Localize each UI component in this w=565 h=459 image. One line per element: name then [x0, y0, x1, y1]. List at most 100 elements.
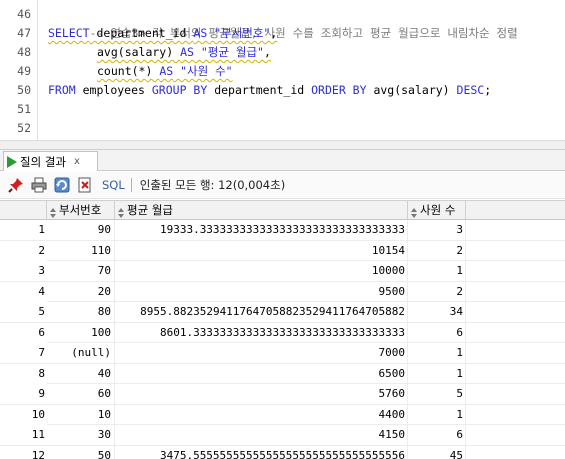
- line-number: 46: [17, 7, 31, 21]
- cell-count[interactable]: 1: [408, 404, 466, 425]
- column-header-dept[interactable]: 부서번호: [47, 201, 115, 220]
- table-row[interactable]: 3 70 10000 1: [0, 261, 565, 282]
- keyword-order-by: ORDER BY: [311, 83, 367, 97]
- cell-dept[interactable]: 20: [47, 281, 115, 302]
- code-area[interactable]: -- 연습3> 각 부서의 평균월급, 사원 수를 조회하고 평균 월급으로 내…: [46, 0, 565, 140]
- cell-avg[interactable]: 9500: [115, 281, 408, 302]
- refresh-icon[interactable]: [54, 177, 70, 193]
- table-row[interactable]: 6 100 8601.3333333333333333333333333333333…: [0, 322, 565, 343]
- cell-count[interactable]: 1: [408, 343, 466, 363]
- table-row[interactable]: 11 30 4150 6: [0, 425, 565, 446]
- keyword-as: AS: [180, 45, 194, 59]
- code-text: count(*): [97, 64, 160, 78]
- cell-dept[interactable]: 90: [47, 220, 115, 240]
- table-row[interactable]: 5 80 8955.88235294117647058823529411764705…: [0, 302, 565, 323]
- string-literal: "평균 월급": [193, 45, 264, 59]
- cell-count[interactable]: 6: [408, 322, 466, 343]
- cell-dept[interactable]: 70: [47, 261, 115, 281]
- code-line-avg: avg(salary) AS "평균 월급",: [97, 43, 271, 62]
- sql-editor[interactable]: 46 47 48 49 50 51 52 -- 연습3> 각 부서의 평균월급,…: [0, 0, 565, 140]
- line-number-gutter: 46 47 48 49 50 51 52: [0, 0, 38, 140]
- column-header-count[interactable]: 사원 수: [408, 201, 466, 220]
- code-line-select: SELECT department_id AS "부서번호",: [48, 24, 277, 43]
- table-row[interactable]: 4 20 9500 2: [0, 281, 565, 302]
- cell-avg[interactable]: 10000: [115, 261, 408, 281]
- row-number: 11: [0, 425, 47, 445]
- line-number: 47: [17, 26, 31, 40]
- cell-count[interactable]: 1: [408, 261, 466, 281]
- sort-icon[interactable]: [411, 205, 417, 218]
- cell-count[interactable]: 2: [408, 240, 466, 261]
- close-icon[interactable]: x: [74, 156, 80, 167]
- code-line-comment: -- 연습3> 각 부서의 평균월급, 사원 수를 조회하고 평균 월급으로 내…: [48, 5, 518, 40]
- cell-avg[interactable]: 19333.3333333333333333333333333333333: [115, 220, 408, 240]
- code-text: ;: [484, 83, 492, 97]
- splitter[interactable]: [0, 140, 565, 150]
- cell-count[interactable]: 45: [408, 445, 466, 459]
- line-number: 50: [17, 83, 31, 97]
- cell-dept[interactable]: 40: [47, 363, 115, 384]
- cell-dept[interactable]: 100: [47, 322, 115, 343]
- cell-avg[interactable]: 8955.88235294117647058823529411764705882: [115, 302, 408, 322]
- cell-avg[interactable]: 6500: [115, 363, 408, 384]
- cell-count[interactable]: 2: [408, 281, 466, 302]
- cell-dept[interactable]: 110: [47, 240, 115, 261]
- line-number: 52: [17, 121, 31, 135]
- row-number: 5: [0, 302, 47, 322]
- cell-avg[interactable]: 3475.55555555555555555555555555555556: [115, 445, 408, 459]
- toolbar-separator: [130, 178, 132, 192]
- row-number: 8: [0, 363, 47, 384]
- row-number: 9: [0, 384, 47, 404]
- cell-count[interactable]: 3: [408, 220, 466, 240]
- table-row[interactable]: 12 50 3475.5555555555555555555555555555555…: [0, 445, 565, 459]
- run-icon: [7, 155, 17, 168]
- cell-dept[interactable]: 80: [47, 302, 115, 322]
- cell-count[interactable]: 34: [408, 302, 466, 322]
- cell-count[interactable]: 5: [408, 384, 466, 404]
- pin-icon[interactable]: [8, 177, 24, 193]
- line-number: 49: [17, 64, 31, 78]
- row-number-header: [0, 201, 47, 220]
- cell-avg[interactable]: 10154: [115, 240, 408, 261]
- keyword-group-by: GROUP BY: [151, 83, 208, 97]
- table-row[interactable]: 7 (null) 7000 1: [0, 343, 565, 364]
- cell-dept[interactable]: 60: [47, 384, 115, 404]
- row-number: 12: [0, 445, 47, 459]
- table-row[interactable]: 9 60 5760 5: [0, 384, 565, 405]
- export-icon[interactable]: [77, 177, 93, 193]
- grid-header: 부서번호 평균 월급 사원 수: [0, 200, 565, 220]
- code-text: employees: [75, 83, 152, 97]
- sort-icon[interactable]: [118, 205, 124, 218]
- cell-avg[interactable]: 7000: [115, 343, 408, 363]
- cell-count[interactable]: 6: [408, 425, 466, 445]
- cell-avg[interactable]: 8601.33333333333333333333333333333333: [115, 322, 408, 343]
- table-row[interactable]: 8 40 6500 1: [0, 363, 565, 384]
- fetch-status: 인출된 모든 행: 12(0,004초): [139, 178, 286, 192]
- column-header-label: 부서번호: [59, 203, 102, 217]
- cell-dept[interactable]: 50: [47, 445, 115, 459]
- table-row[interactable]: 1 90 19333.3333333333333333333333333333333…: [0, 220, 565, 241]
- column-header-label: 사원 수: [420, 203, 456, 217]
- sort-icon[interactable]: [50, 205, 56, 218]
- table-row[interactable]: 10 10 4400 1: [0, 404, 565, 425]
- table-row[interactable]: 2 110 10154 2: [0, 240, 565, 261]
- cell-dept[interactable]: (null): [47, 343, 115, 363]
- keyword-from: FROM: [48, 83, 76, 97]
- keyword-as: AS: [193, 26, 208, 40]
- print-icon[interactable]: [31, 177, 47, 193]
- string-literal: "사원 수": [173, 64, 233, 78]
- cell-count[interactable]: 1: [408, 363, 466, 384]
- tab-query-result[interactable]: 질의 결과 x: [3, 151, 98, 171]
- keyword-select: SELECT: [48, 26, 90, 40]
- cell-avg[interactable]: 4400: [115, 404, 408, 425]
- cell-avg[interactable]: 4150: [115, 425, 408, 445]
- sql-button[interactable]: SQL: [102, 178, 125, 192]
- row-number: 10: [0, 404, 47, 425]
- line-number: 51: [17, 102, 31, 116]
- cell-dept[interactable]: 10: [47, 404, 115, 425]
- column-header-avg[interactable]: 평균 월급: [115, 201, 408, 220]
- cell-avg[interactable]: 5760: [115, 384, 408, 404]
- results-grid[interactable]: 부서번호 평균 월급 사원 수 1 90 19333.333333333333333…: [0, 200, 565, 459]
- code-text: avg(salary): [97, 45, 181, 59]
- cell-dept[interactable]: 30: [47, 425, 115, 445]
